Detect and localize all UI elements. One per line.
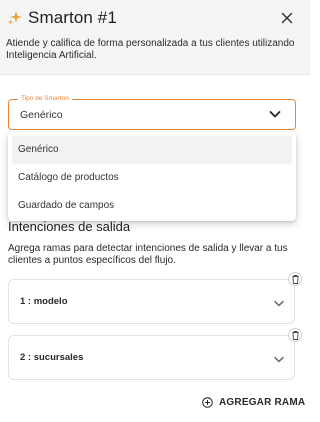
add-branch-label: AGREGAR RAMA [219,396,306,408]
chevron-down-icon[interactable] [274,356,284,363]
chevron-down-icon[interactable] [274,300,284,307]
dropdown-option-generico[interactable]: Genérico [12,136,292,164]
smarton-type-value: Genérico [20,109,63,121]
chevron-down-icon[interactable] [269,110,281,119]
smarton-type-select[interactable]: Tipo de Smarton Genérico [8,94,296,130]
page-title: Smarton #1 [28,8,117,27]
close-icon[interactable] [279,10,295,26]
intent-label: 1 : modelo [20,296,68,307]
intent-label: 2 : sucursales [20,352,84,363]
trash-icon [292,275,299,284]
panel-header: Smarton #1 Atiende y califica de forma p… [0,0,310,75]
add-branch-button[interactable]: AGREGAR RAMA [202,394,305,410]
delete-intent-1-button[interactable] [288,272,302,286]
smarton-type-label: Tipo de Smarton [18,94,72,103]
smarton-type-dropdown: Genérico Catálogo de productos Guardado … [8,132,296,221]
dropdown-option-catalogo[interactable]: Catálogo de productos [12,164,292,192]
sparkle-icon [8,11,22,25]
intent-card-2[interactable]: 2 : sucursales [8,335,295,380]
delete-intent-2-button[interactable] [288,328,302,342]
trash-icon [292,331,299,340]
intents-title: Intenciones de salida [8,219,131,234]
smarton-panel: Smarton #1 Atiende y califica de forma p… [0,0,310,422]
intents-description: Agrega ramas para detectar intenciones d… [8,243,288,266]
intent-card-1[interactable]: 1 : modelo [8,279,295,324]
dropdown-option-guardado[interactable]: Guardado de campos [12,192,292,220]
page-subtitle: Atiende y califica de forma personalizad… [6,38,295,61]
add-circle-icon [202,396,213,408]
